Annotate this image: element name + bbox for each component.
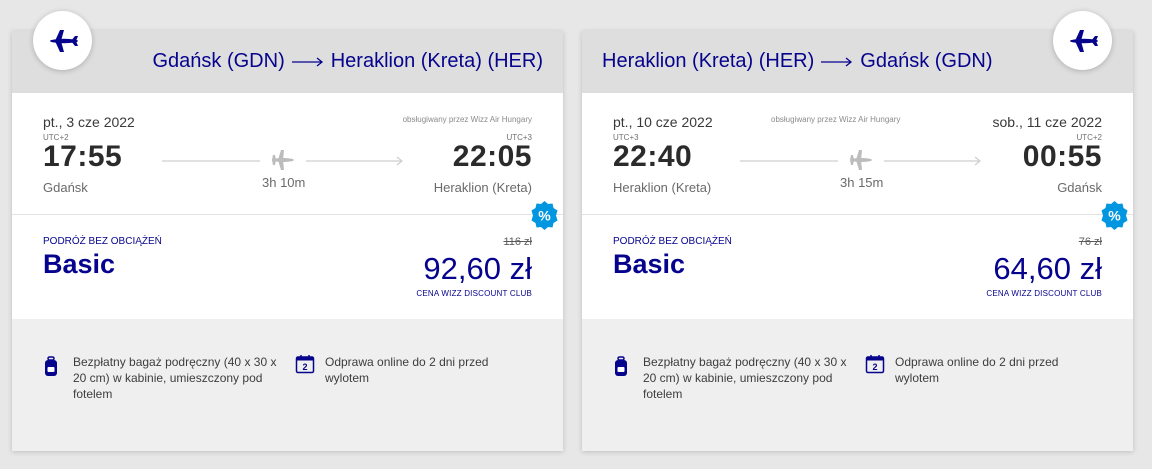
operator-text: obsługiwany przez Wizz Air Hungary bbox=[402, 115, 532, 124]
fare-label: PODRÓŻ BEZ OBCIĄŻEŃ bbox=[613, 236, 732, 247]
flight-details: pt., 3 cze 2022 obsługiwany przez Wizz A… bbox=[12, 93, 563, 215]
old-price: 116 zł bbox=[503, 236, 532, 248]
arrow-right-icon bbox=[821, 56, 853, 67]
discount-badge-icon: % bbox=[531, 201, 558, 230]
calendar-number: 2 bbox=[302, 362, 307, 372]
fare-name: Basic bbox=[613, 249, 686, 279]
calendar-icon: 2 bbox=[865, 355, 885, 374]
route-destination: Gdańsk (GDN) bbox=[860, 50, 993, 72]
airplane-icon bbox=[1067, 29, 1098, 52]
flight-duration: 3h 10m bbox=[262, 175, 306, 190]
flight-details: pt., 10 cze 2022 obsługiwany przez Wizz … bbox=[582, 93, 1133, 215]
feature-online-checkin-text: Odprawa online do 2 dni przed wylotem bbox=[895, 355, 1059, 385]
card-header: Heraklion (Kreta) (HER) Gdańsk (GDN) bbox=[582, 31, 1133, 93]
arrival-city: Gdańsk bbox=[1057, 180, 1102, 195]
fare-section[interactable]: % PODRÓŻ BEZ OBCIĄŻEŃ Basic 116 zł 92,60… bbox=[12, 201, 563, 319]
discount-badge-icon: % bbox=[1101, 201, 1128, 230]
flight-card-return[interactable]: Heraklion (Kreta) (HER) Gdańsk (GDN) pt.… bbox=[582, 11, 1133, 451]
departure-date: pt., 10 cze 2022 bbox=[613, 114, 713, 130]
departure-city: Gdańsk bbox=[43, 180, 88, 195]
arrival-date: sob., 11 cze 2022 bbox=[992, 114, 1102, 130]
operator-text: obsługiwany przez Wizz Air Hungary bbox=[771, 115, 901, 124]
arrival-time: 00:55 bbox=[1022, 140, 1102, 173]
fare-label: PODRÓŻ BEZ OBCIĄŻEŃ bbox=[43, 236, 162, 247]
fare-name: Basic bbox=[43, 249, 116, 279]
calendar-icon: 2 bbox=[295, 355, 315, 374]
route-title: Gdańsk (GDN) Heraklion (Kreta) (HER) bbox=[152, 50, 543, 73]
airplane-small-icon bbox=[850, 150, 872, 170]
fare-section[interactable]: % PODRÓŻ BEZ OBCIĄŻEŃ Basic 76 zł 64,60 … bbox=[582, 201, 1133, 319]
club-price-label: CENA WIZZ DISCOUNT CLUB bbox=[986, 289, 1102, 298]
departure-time: 22:40 bbox=[613, 140, 693, 173]
price: 92,60 zł bbox=[423, 251, 532, 286]
route-origin: Heraklion (Kreta) (HER) bbox=[602, 50, 815, 72]
feature-cabin-bag-text: Bezpłatny bagaż podręczny (40 x 30 x 20 … bbox=[73, 355, 277, 401]
route-destination: Heraklion (Kreta) (HER) bbox=[330, 50, 543, 72]
departure-date: pt., 3 cze 2022 bbox=[43, 114, 135, 130]
old-price: 76 zł bbox=[1078, 236, 1102, 248]
flight-card-outbound[interactable]: Gdańsk (GDN) Heraklion (Kreta) (HER) pt.… bbox=[12, 11, 563, 451]
price: 64,60 zł bbox=[993, 251, 1102, 286]
feature-online-checkin-text: Odprawa online do 2 dni przed wylotem bbox=[325, 355, 489, 385]
arrival-city: Heraklion (Kreta) bbox=[433, 180, 532, 195]
backpack-icon bbox=[45, 356, 57, 376]
plane-badge bbox=[33, 11, 92, 70]
departure-city: Heraklion (Kreta) bbox=[613, 180, 712, 195]
backpack-icon bbox=[615, 356, 627, 376]
fare-features: Bezpłatny bagaż podręczny (40 x 30 x 20 … bbox=[12, 319, 563, 469]
discount-symbol: % bbox=[538, 208, 551, 224]
flight-duration: 3h 15m bbox=[840, 175, 884, 190]
club-price-label: CENA WIZZ DISCOUNT CLUB bbox=[416, 289, 532, 298]
route-title: Heraklion (Kreta) (HER) Gdańsk (GDN) bbox=[602, 50, 993, 73]
calendar-number: 2 bbox=[872, 362, 877, 372]
arrow-right-icon bbox=[291, 56, 323, 67]
feature-cabin-bag-text: Bezpłatny bagaż podręczny (40 x 30 x 20 … bbox=[643, 355, 847, 401]
airplane-small-icon bbox=[272, 150, 294, 170]
arrival-time: 22:05 bbox=[452, 140, 532, 173]
route-origin: Gdańsk (GDN) bbox=[152, 50, 285, 72]
discount-symbol: % bbox=[1108, 208, 1121, 224]
plane-badge bbox=[1053, 11, 1112, 70]
airplane-icon bbox=[47, 29, 78, 52]
departure-time: 17:55 bbox=[43, 140, 123, 173]
fare-features: Bezpłatny bagaż podręczny (40 x 30 x 20 … bbox=[582, 319, 1133, 469]
card-header: Gdańsk (GDN) Heraklion (Kreta) (HER) bbox=[12, 31, 563, 93]
